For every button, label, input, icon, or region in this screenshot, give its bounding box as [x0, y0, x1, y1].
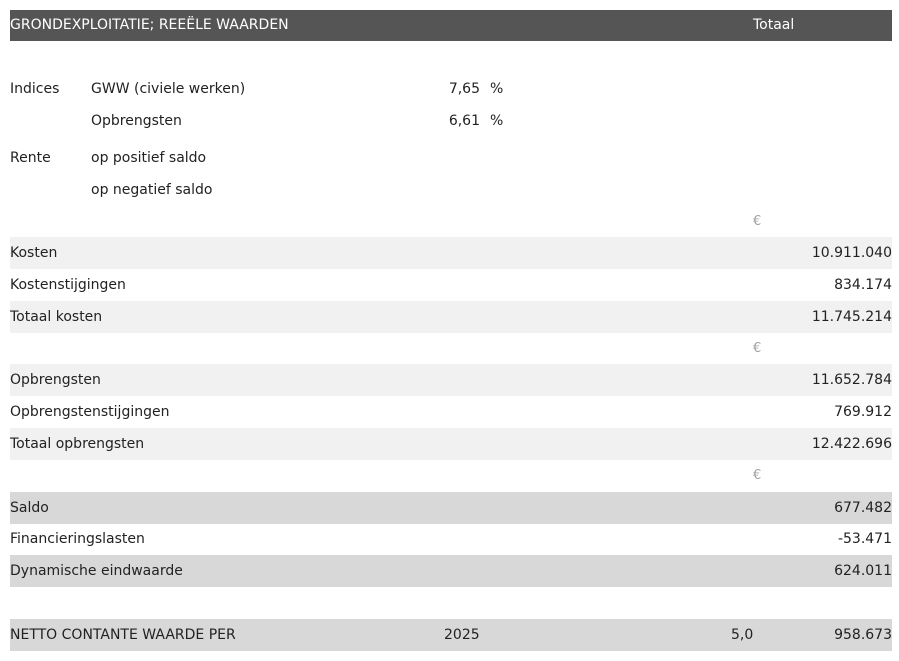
kosten-value: 10.911.040	[811, 245, 892, 261]
financieringslasten-label: Financieringslasten	[10, 531, 145, 547]
rente-negatief-label: op negatief saldo	[91, 182, 213, 198]
saldo-label: Saldo	[10, 500, 49, 516]
kostenstijgingen-value: 834.174	[834, 277, 892, 293]
saldo-value: 677.482	[834, 500, 892, 516]
financieringslasten-row: Financieringslasten -53.471	[10, 523, 892, 555]
indices-label: Indices	[10, 81, 60, 97]
opbrengsten-index-label: Opbrengsten	[91, 113, 182, 129]
table-title: GRONDEXPLOITATIE; REEËLE WAARDEN	[10, 17, 289, 33]
totaal-kosten-label: Totaal kosten	[10, 309, 103, 325]
opbrengsten-index-value: 6,61	[448, 113, 480, 129]
dynamische-eindwaarde-label: Dynamische eindwaarde	[10, 563, 183, 579]
ncw-value: 958.673	[834, 627, 892, 643]
ncw-year: 2025	[444, 627, 480, 643]
totaal-opbrengsten-label: Totaal opbrengsten	[10, 436, 145, 452]
opbrengsten-index-unit: %	[490, 113, 504, 129]
saldo-row: Saldo 677.482	[10, 492, 892, 524]
total-column-header: Totaal	[753, 17, 795, 33]
opbrengstenstijgingen-label: Opbrengstenstijgingen	[10, 404, 170, 420]
kostenstijgingen-label: Kostenstijgingen	[10, 277, 126, 293]
totaal-kosten-row: Totaal kosten 11.745.214	[10, 301, 892, 333]
rente-positief-label: op positief saldo	[91, 150, 207, 166]
opbrengsten-label: Opbrengsten	[10, 372, 101, 388]
euro-symbol-saldo: €	[753, 468, 762, 483]
euro-symbol-kosten: €	[753, 214, 762, 229]
gww-value: 7,65	[448, 81, 480, 97]
euro-symbol-opbrengsten: €	[753, 341, 762, 356]
ncw-label: NETTO CONTANTE WAARDE PER	[10, 627, 236, 643]
gww-label: GWW (civiele werken)	[91, 81, 246, 97]
opbrengsten-value: 11.652.784	[811, 372, 892, 388]
totaal-opbrengsten-row: Totaal opbrengsten 12.422.696	[10, 428, 892, 460]
kosten-label: Kosten	[10, 245, 58, 261]
kostenstijgingen-row: Kostenstijgingen 834.174	[10, 269, 892, 301]
totaal-opbrengsten-value: 12.422.696	[811, 436, 892, 452]
kosten-row: Kosten 10.911.040	[10, 237, 892, 269]
rente-label: Rente	[10, 150, 51, 166]
totaal-kosten-value: 11.745.214	[811, 309, 892, 325]
ncw-rate: 5,0	[731, 627, 754, 643]
ncw-row: NETTO CONTANTE WAARDE PER 2025 5,0 958.6…	[10, 619, 892, 651]
opbrengsten-row: Opbrengsten 11.652.784	[10, 364, 892, 396]
table-header: GRONDEXPLOITATIE; REEËLE WAARDEN Totaal	[10, 10, 892, 41]
dynamische-eindwaarde-value: 624.011	[834, 563, 892, 579]
opbrengstenstijgingen-row: Opbrengstenstijgingen 769.912	[10, 396, 892, 428]
financieringslasten-value: -53.471	[837, 531, 892, 547]
dynamische-eindwaarde-row: Dynamische eindwaarde 624.011	[10, 555, 892, 587]
opbrengstenstijgingen-value: 769.912	[834, 404, 892, 420]
gww-unit: %	[490, 81, 504, 97]
